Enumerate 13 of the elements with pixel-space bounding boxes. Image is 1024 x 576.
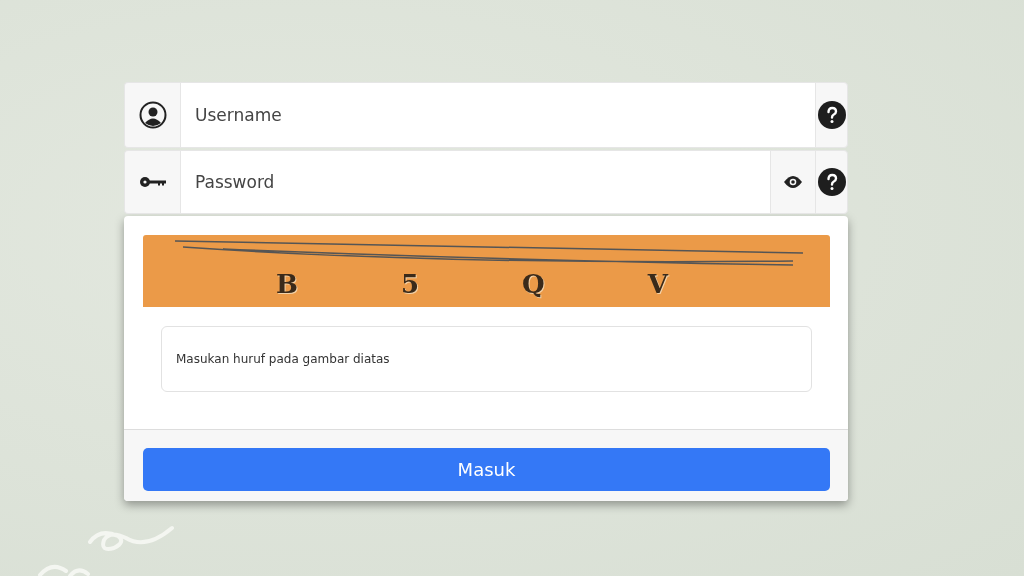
- username-field[interactable]: Username: [180, 82, 815, 148]
- user-icon: [138, 101, 167, 129]
- captcha-character: 5: [401, 269, 420, 299]
- help-icon[interactable]: [817, 101, 846, 129]
- login-button[interactable]: Masuk: [143, 448, 830, 491]
- captcha-character: V: [647, 269, 668, 299]
- password-field[interactable]: Password: [180, 150, 770, 214]
- help-icon[interactable]: [817, 168, 846, 196]
- captcha-character: B: [276, 269, 298, 299]
- captcha-character: Q: [522, 269, 545, 299]
- captcha-field[interactable]: Masukan huruf pada gambar diatas: [161, 326, 812, 392]
- eye-icon[interactable]: [783, 175, 803, 189]
- key-icon: [138, 176, 167, 188]
